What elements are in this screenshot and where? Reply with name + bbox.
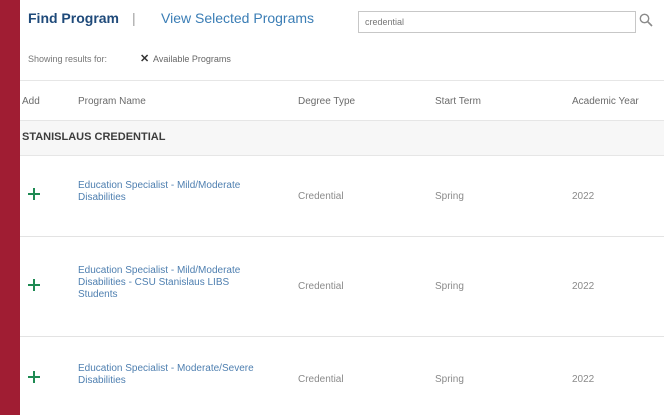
filter-chip-label: Available Programs: [153, 54, 231, 64]
tab-find-program[interactable]: Find Program: [28, 10, 119, 26]
program-name-link[interactable]: Education Specialist - Moderate/Severe D…: [78, 363, 268, 387]
tab-separator: |: [132, 10, 136, 26]
academic-year: 2022: [572, 281, 595, 292]
plus-icon[interactable]: [26, 186, 42, 202]
academic-year: 2022: [572, 191, 595, 202]
program-name-link[interactable]: Education Specialist - Mild/Moderate Dis…: [78, 180, 268, 204]
academic-year: 2022: [572, 374, 595, 385]
table-header: Add Program Name Degree Type Start Term …: [20, 80, 664, 121]
search-input[interactable]: [358, 11, 636, 33]
degree-type: Credential: [298, 281, 344, 292]
group-title: STANISLAUS CREDENTIAL: [22, 131, 166, 143]
column-header-year[interactable]: Academic Year: [572, 96, 639, 107]
column-header-program[interactable]: Program Name: [78, 96, 146, 107]
column-header-degree[interactable]: Degree Type: [298, 96, 355, 107]
search-icon[interactable]: [639, 13, 653, 27]
start-term: Spring: [435, 191, 464, 202]
tab-view-selected-programs[interactable]: View Selected Programs: [161, 10, 314, 26]
program-search-panel: Find Program | View Selected Programs Sh…: [20, 0, 664, 415]
group-header: STANISLAUS CREDENTIAL: [20, 120, 664, 156]
close-icon[interactable]: ✕: [140, 52, 149, 65]
start-term: Spring: [435, 374, 464, 385]
top-nav: Find Program | View Selected Programs: [20, 0, 664, 42]
table-row: Education Specialist - Mild/Moderate Dis…: [20, 236, 664, 337]
plus-icon[interactable]: [26, 369, 42, 385]
plus-icon[interactable]: [26, 277, 42, 293]
program-name-link[interactable]: Education Specialist - Mild/Moderate Dis…: [78, 265, 268, 301]
column-header-term[interactable]: Start Term: [435, 96, 481, 107]
filter-label: Showing results for:: [28, 54, 108, 64]
table-row: Education Specialist - Mild/Moderate Dis…: [20, 154, 664, 237]
start-term: Spring: [435, 281, 464, 292]
degree-type: Credential: [298, 374, 344, 385]
degree-type: Credential: [298, 191, 344, 202]
column-header-add[interactable]: Add: [22, 96, 40, 107]
table-row: Education Specialist - Moderate/Severe D…: [20, 336, 664, 415]
